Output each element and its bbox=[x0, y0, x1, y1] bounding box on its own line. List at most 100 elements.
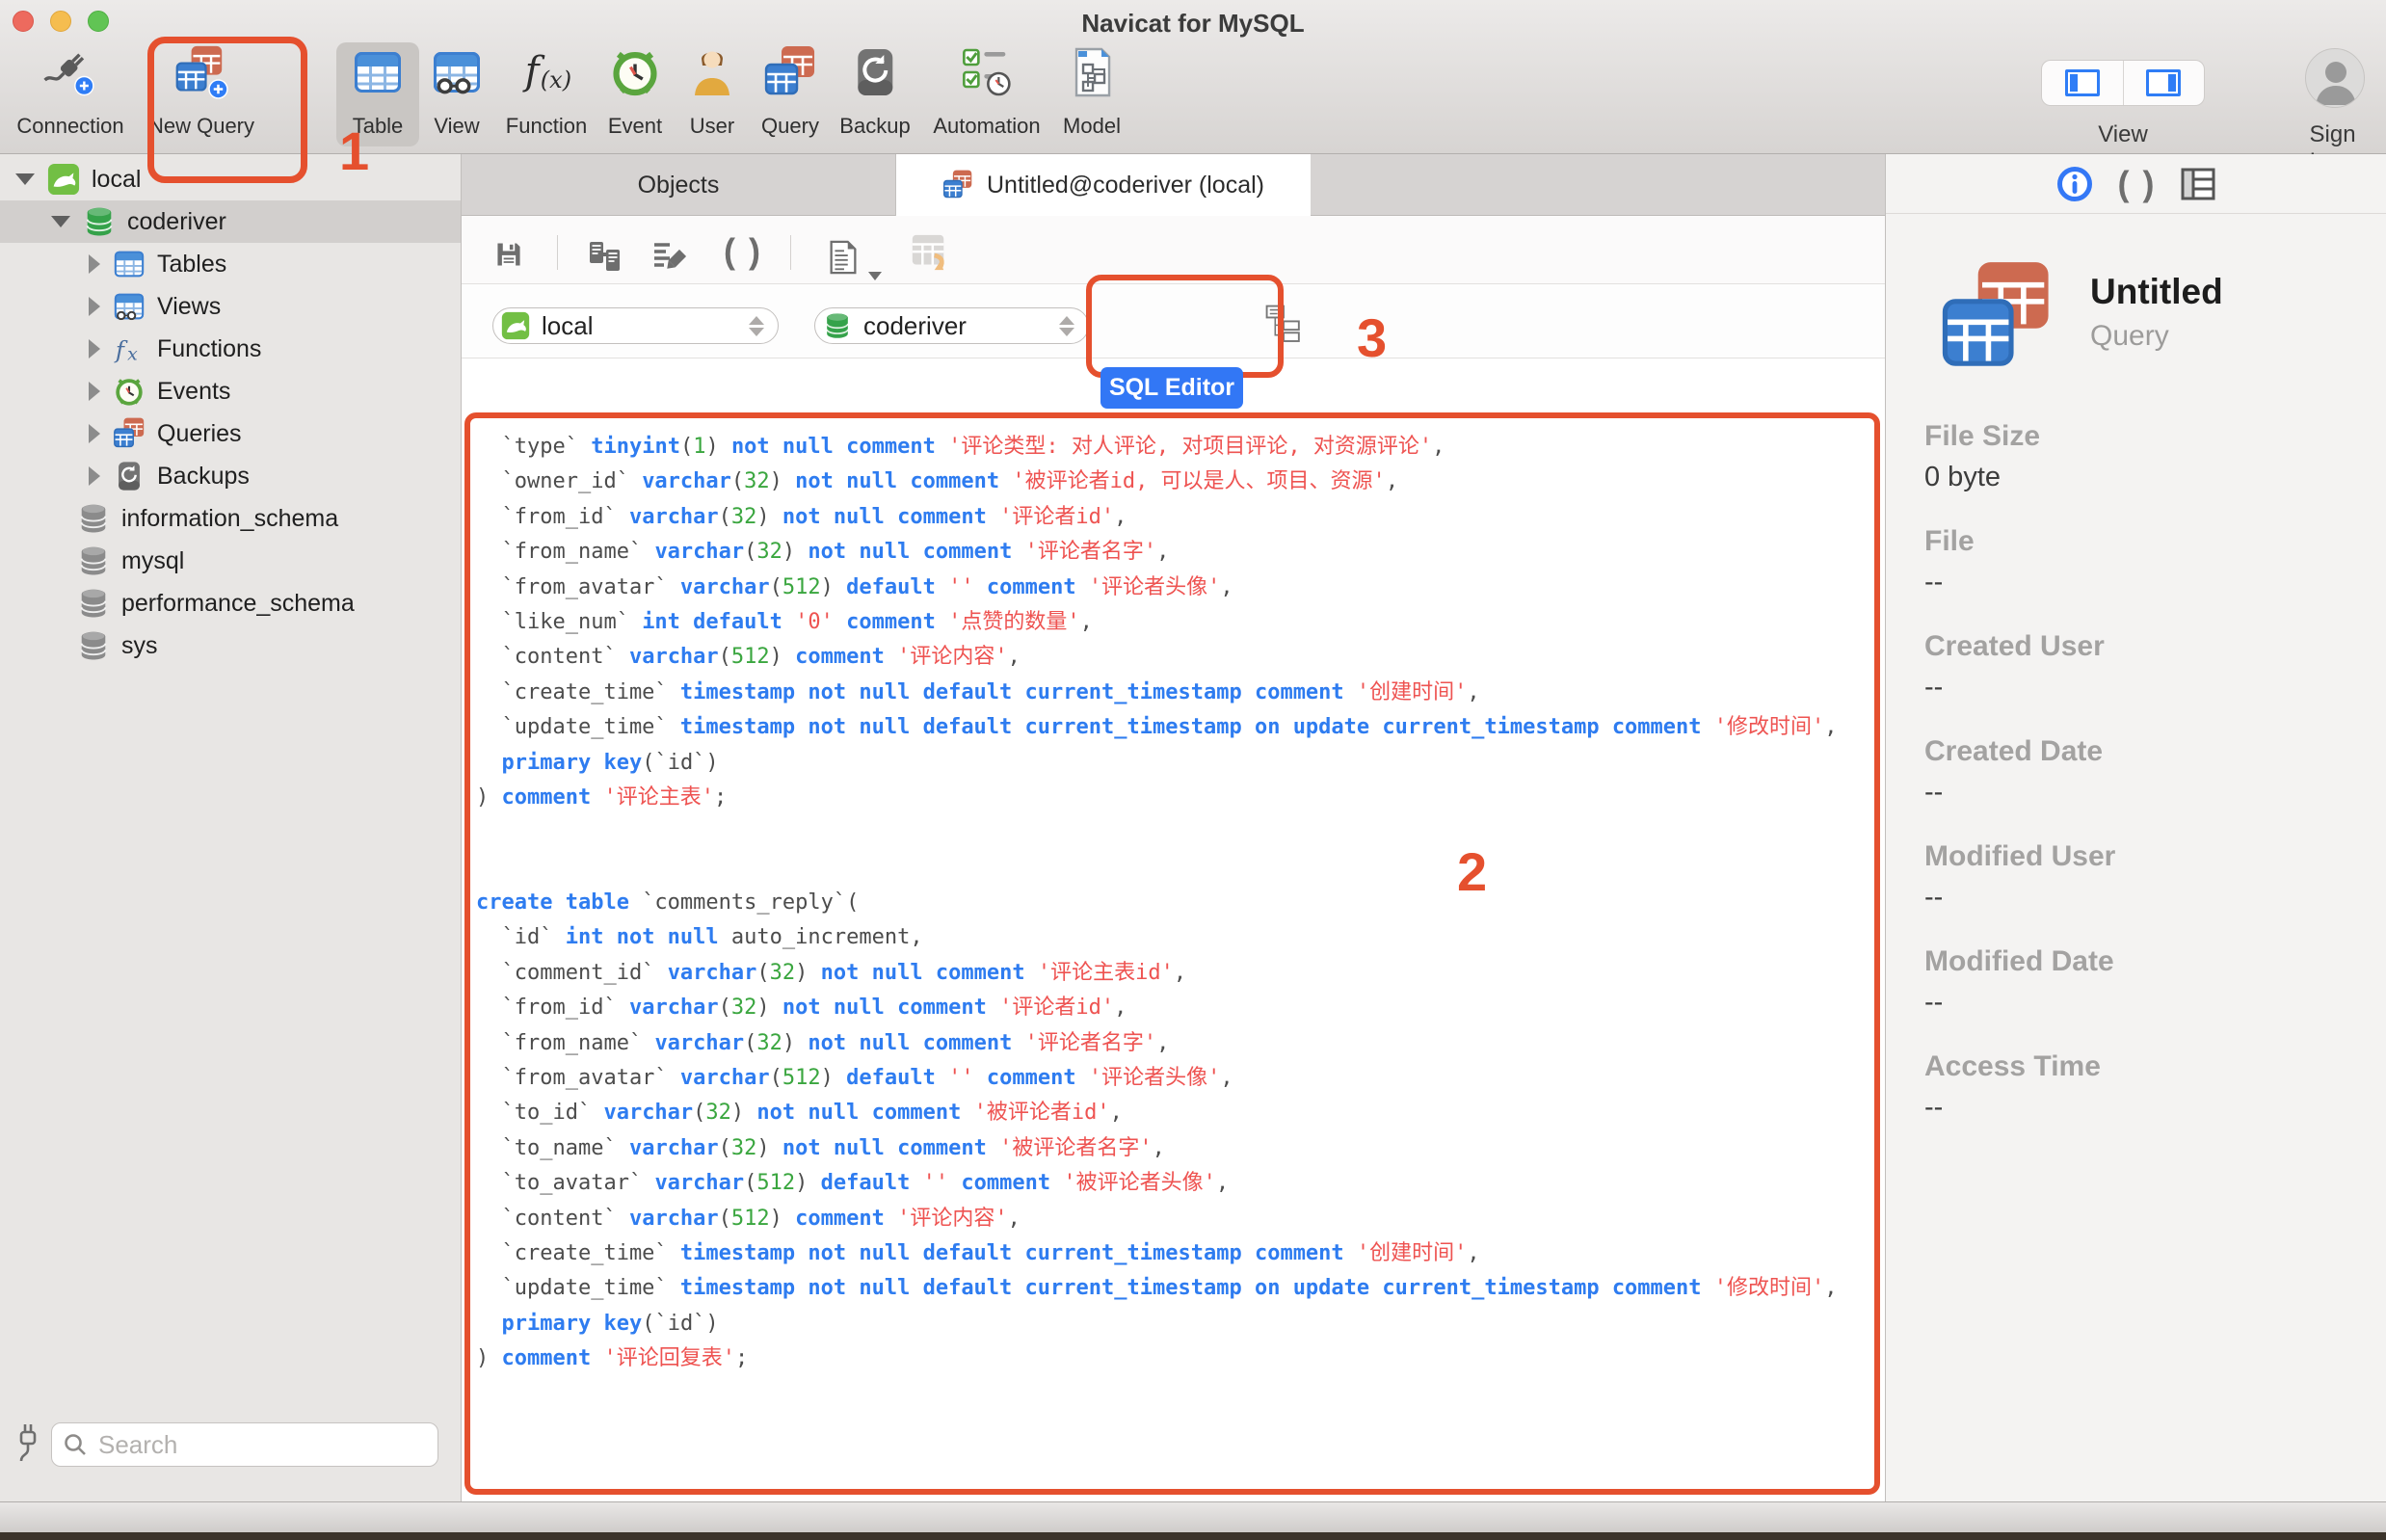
sidebar-item-sys[interactable]: sys bbox=[0, 624, 461, 667]
code-snippet-button[interactable]: ( ) bbox=[724, 231, 762, 272]
connection-plug-icon bbox=[42, 44, 98, 100]
columns-icon[interactable] bbox=[2181, 168, 2215, 200]
field-modified-user: Modified User -- bbox=[1924, 840, 2115, 914]
tab-objects[interactable]: Objects bbox=[462, 154, 896, 216]
query-builder-button[interactable] bbox=[585, 239, 625, 279]
events-icon bbox=[113, 375, 146, 408]
toolbar-button-table[interactable]: Table bbox=[336, 42, 419, 146]
toolbar-separator bbox=[790, 235, 791, 270]
database-green-icon bbox=[83, 205, 116, 238]
sidebar-item-coderiver[interactable]: coderiver bbox=[0, 200, 461, 243]
query-toolbar: ( ) bbox=[462, 216, 1885, 284]
automation-icon bbox=[959, 44, 1015, 100]
connection-filter-icon[interactable] bbox=[13, 1422, 42, 1465]
table-icon bbox=[350, 44, 406, 100]
toolbar-button-event[interactable]: Event bbox=[607, 44, 663, 139]
toolbar-button-function[interactable]: Function bbox=[506, 44, 587, 139]
query-tab-icon bbox=[942, 170, 973, 200]
functions-icon bbox=[113, 332, 146, 365]
field-created-date: Created Date -- bbox=[1924, 735, 2103, 809]
new-query-icon bbox=[173, 44, 229, 100]
toolbar-button-query[interactable]: Query bbox=[761, 44, 819, 139]
connection-sidebar: local coderiver Tables Views Functions bbox=[0, 154, 462, 1501]
connection-tree: local coderiver Tables Views Functions bbox=[0, 158, 461, 667]
select-chevrons-icon bbox=[749, 316, 764, 336]
connection-select[interactable]: local bbox=[492, 307, 779, 344]
sidebar-item-queries[interactable]: Queries bbox=[0, 412, 461, 455]
collapse-triangle-icon[interactable] bbox=[51, 216, 70, 227]
sidebar-item-views[interactable]: Views bbox=[0, 285, 461, 328]
query-object-icon bbox=[1939, 260, 2055, 376]
sidebar-item-events[interactable]: Events bbox=[0, 370, 461, 412]
left-panel-icon bbox=[2065, 69, 2100, 96]
event-clock-icon bbox=[607, 44, 663, 100]
database-gray-icon bbox=[77, 587, 110, 620]
toolbar-button-new-query[interactable]: New Query bbox=[148, 44, 254, 139]
save-button[interactable] bbox=[493, 239, 524, 275]
window-title: Navicat for MySQL bbox=[0, 9, 2386, 39]
window-bottom-edge bbox=[0, 1532, 2386, 1540]
navicat-window: Navicat for MySQL Connection New Query T… bbox=[0, 0, 2386, 1540]
views-icon bbox=[113, 290, 146, 323]
backup-icon bbox=[847, 44, 903, 100]
expand-triangle-icon[interactable] bbox=[89, 382, 100, 401]
sidebar-item-information-schema[interactable]: information_schema bbox=[0, 497, 461, 540]
toolbar-button-backup[interactable]: Backup bbox=[839, 44, 910, 139]
search-input[interactable] bbox=[51, 1422, 438, 1467]
sidebar-item-performance-schema[interactable]: performance_schema bbox=[0, 582, 461, 624]
expand-triangle-icon[interactable] bbox=[89, 297, 100, 316]
toolbar-button-connection[interactable]: Connection bbox=[16, 44, 123, 139]
create-table-from-result-button[interactable] bbox=[907, 233, 951, 279]
info-panel-toolbar: ( ) bbox=[1886, 154, 2386, 214]
expand-triangle-icon[interactable] bbox=[89, 339, 100, 358]
toolbar-button-automation[interactable]: Automation bbox=[933, 44, 1040, 139]
model-icon bbox=[1064, 44, 1120, 100]
sidebar-item-functions[interactable]: Functions bbox=[0, 328, 461, 370]
ddl-icon[interactable]: ( ) bbox=[2118, 164, 2157, 204]
view-group-label: View bbox=[2098, 121, 2148, 148]
tab-untitled-query[interactable]: Untitled@coderiver (local) bbox=[896, 154, 1311, 216]
toolbar-button-model[interactable]: Model bbox=[1063, 44, 1121, 139]
database-green-icon bbox=[823, 311, 852, 340]
show-right-sidebar-button[interactable] bbox=[2123, 61, 2205, 105]
sql-editor[interactable]: `type` tinyint(1) not null comment '评论类型… bbox=[462, 358, 1885, 1501]
tab-bar: Objects Untitled@coderiver (local) bbox=[462, 154, 1885, 216]
field-modified-date: Modified Date -- bbox=[1924, 945, 2114, 1019]
sidebar-item-local[interactable]: local bbox=[0, 158, 461, 200]
mysql-connection-icon bbox=[47, 163, 80, 196]
sign-in-button[interactable] bbox=[2305, 48, 2365, 108]
select-chevrons-icon bbox=[1059, 316, 1074, 336]
user-icon bbox=[684, 44, 740, 100]
sidebar-item-tables[interactable]: Tables bbox=[0, 243, 461, 285]
toolbar-button-user[interactable]: User bbox=[684, 44, 740, 139]
right-panel-icon bbox=[2146, 69, 2181, 96]
toolbar-button-view[interactable]: View bbox=[429, 44, 485, 139]
view-segmented-control bbox=[2041, 60, 2205, 106]
database-gray-icon bbox=[77, 629, 110, 662]
export-result-button[interactable] bbox=[826, 239, 882, 280]
query-icon bbox=[762, 44, 818, 100]
toolbar-separator bbox=[557, 235, 558, 270]
expand-triangle-icon[interactable] bbox=[89, 254, 100, 274]
sql-editor-tooltip: SQL Editor bbox=[1100, 367, 1243, 409]
avatar-icon bbox=[2306, 49, 2365, 108]
sidebar-item-backups[interactable]: Backups bbox=[0, 455, 461, 497]
info-panel: ( ) Untitled Query File Size 0 byte File… bbox=[1885, 154, 2386, 1501]
main-content: Objects Untitled@coderiver (local) ( ) bbox=[462, 154, 1885, 1501]
function-icon bbox=[518, 44, 574, 100]
general-info-icon[interactable] bbox=[2056, 166, 2093, 202]
database-select[interactable]: coderiver bbox=[814, 307, 1089, 344]
show-left-sidebar-button[interactable] bbox=[2042, 61, 2123, 105]
explain-button[interactable] bbox=[1265, 304, 1302, 347]
object-type: Query bbox=[2090, 320, 2169, 353]
collapse-triangle-icon[interactable] bbox=[15, 173, 35, 185]
expand-triangle-icon[interactable] bbox=[89, 466, 100, 486]
field-access-time: Access Time -- bbox=[1924, 1050, 2101, 1124]
sql-editor-content[interactable]: `type` tinyint(1) not null comment '评论类型… bbox=[476, 430, 1838, 1377]
expand-triangle-icon[interactable] bbox=[89, 424, 100, 443]
beautify-sql-button[interactable] bbox=[650, 239, 693, 279]
titlebar-toolbar: Navicat for MySQL Connection New Query T… bbox=[0, 0, 2386, 154]
sidebar-item-mysql[interactable]: mysql bbox=[0, 540, 461, 582]
queries-icon bbox=[113, 417, 146, 450]
database-gray-icon bbox=[77, 544, 110, 577]
